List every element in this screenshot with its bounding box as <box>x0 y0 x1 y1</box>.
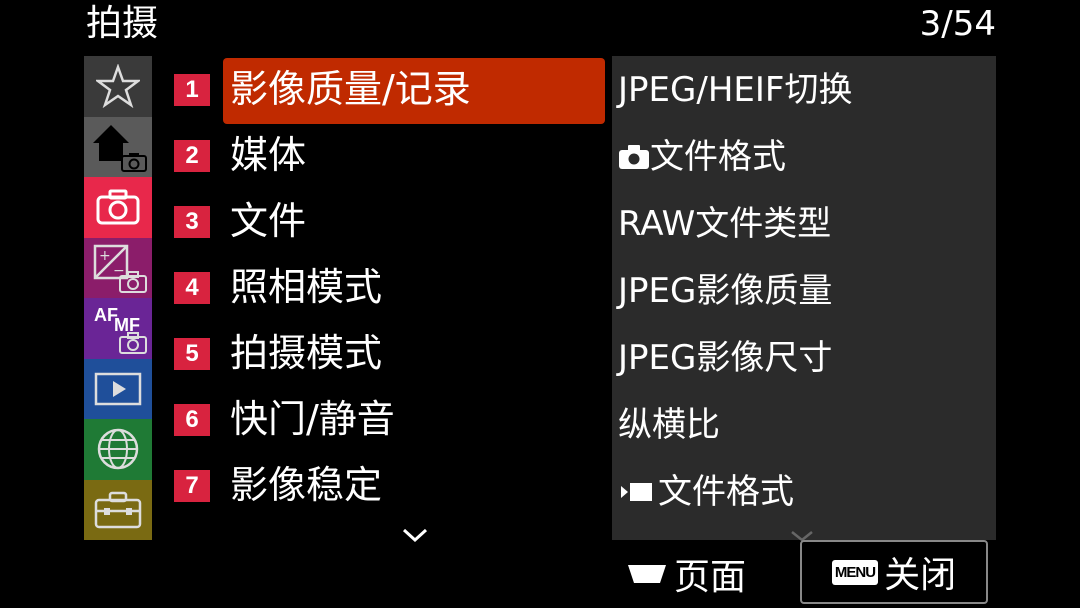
submenu-item[interactable]: JPEG影像尺寸 <box>618 336 832 380</box>
menu-item-5[interactable]: 5 拍摄模式 <box>152 320 610 386</box>
menu-category-rail: + − AF MF <box>84 56 152 540</box>
page-hint-label: 页面 <box>674 557 747 598</box>
tab-playback[interactable] <box>84 358 152 419</box>
movie-icon <box>621 483 652 501</box>
toolbox-icon <box>94 491 142 528</box>
item-number: 3 <box>174 206 210 238</box>
page-indicator: 3/54 <box>919 4 996 44</box>
svg-text:+: + <box>99 248 111 264</box>
menu-item-label: 快门/静音 <box>230 397 395 441</box>
submenu-item[interactable]: 文件格式 <box>618 135 786 179</box>
scroll-down-chevron-icon[interactable] <box>402 528 428 542</box>
tab-exposure[interactable]: + − <box>84 237 152 298</box>
camera-small-icon <box>119 331 147 354</box>
tab-favorites[interactable] <box>84 56 152 117</box>
item-number: 7 <box>174 470 210 502</box>
menu-item-3[interactable]: 3 文件 <box>152 188 610 254</box>
menu-item-4[interactable]: 4 照相模式 <box>152 254 610 320</box>
menu-item-2[interactable]: 2 媒体 <box>152 122 610 188</box>
screen-title: 拍摄 <box>86 3 159 44</box>
menu-item-label: 影像稳定 <box>230 463 383 507</box>
menu-item-label: 影像质量/记录 <box>230 67 471 111</box>
camera-small-icon <box>121 153 147 172</box>
submenu-item[interactable]: RAW文件类型 <box>618 202 831 246</box>
camera-small-icon <box>119 271 147 293</box>
tab-shooting[interactable] <box>84 177 152 238</box>
submenu-item[interactable]: 文件格式 <box>618 470 794 514</box>
camera-icon <box>619 145 649 169</box>
menu-item-6[interactable]: 6 快门/静音 <box>152 386 610 452</box>
menu-item-label: 媒体 <box>230 133 307 177</box>
play-icon <box>94 372 142 405</box>
submenu-item[interactable]: 纵横比 <box>618 403 720 447</box>
globe-icon <box>97 429 139 470</box>
submenu-item-label: 文件格式 <box>650 137 786 177</box>
close-label: 关闭 <box>884 555 957 596</box>
close-button[interactable]: MENU 关闭 <box>800 540 988 604</box>
item-number: 2 <box>174 140 210 172</box>
submenu-item[interactable]: JPEG影像质量 <box>618 269 832 313</box>
menu-item-label: 拍摄模式 <box>230 331 383 375</box>
star-icon <box>96 64 140 109</box>
tab-main[interactable] <box>84 116 152 177</box>
tab-focus[interactable]: AF MF <box>84 298 152 359</box>
category-menu: 1 影像质量/记录 2 媒体 3 文件 4 照相模式 5 拍摄模式 6 快门/静… <box>152 56 610 540</box>
item-number: 5 <box>174 338 210 370</box>
tab-network[interactable] <box>84 419 152 480</box>
submenu-item[interactable]: JPEG/HEIF切换 <box>618 68 852 112</box>
item-number: 4 <box>174 272 210 304</box>
menu-item-7[interactable]: 7 影像稳定 <box>152 452 610 518</box>
page-hint: 页面 <box>626 548 746 600</box>
menu-item-label: 照相模式 <box>230 265 383 309</box>
item-number: 1 <box>174 74 210 106</box>
camera-icon <box>96 189 140 225</box>
item-number: 6 <box>174 404 210 436</box>
control-wheel-icon <box>628 565 666 583</box>
menu-item-label: 文件 <box>230 199 307 243</box>
menu-key-icon: MENU <box>831 559 879 585</box>
submenu-panel: JPEG/HEIF切换 文件格式 RAW文件类型 JPEG影像质量 JPEG影像… <box>612 56 996 540</box>
tab-setup[interactable] <box>84 479 152 540</box>
submenu-item-label: 文件格式 <box>658 472 794 512</box>
menu-item-1[interactable]: 1 影像质量/记录 <box>152 56 610 124</box>
